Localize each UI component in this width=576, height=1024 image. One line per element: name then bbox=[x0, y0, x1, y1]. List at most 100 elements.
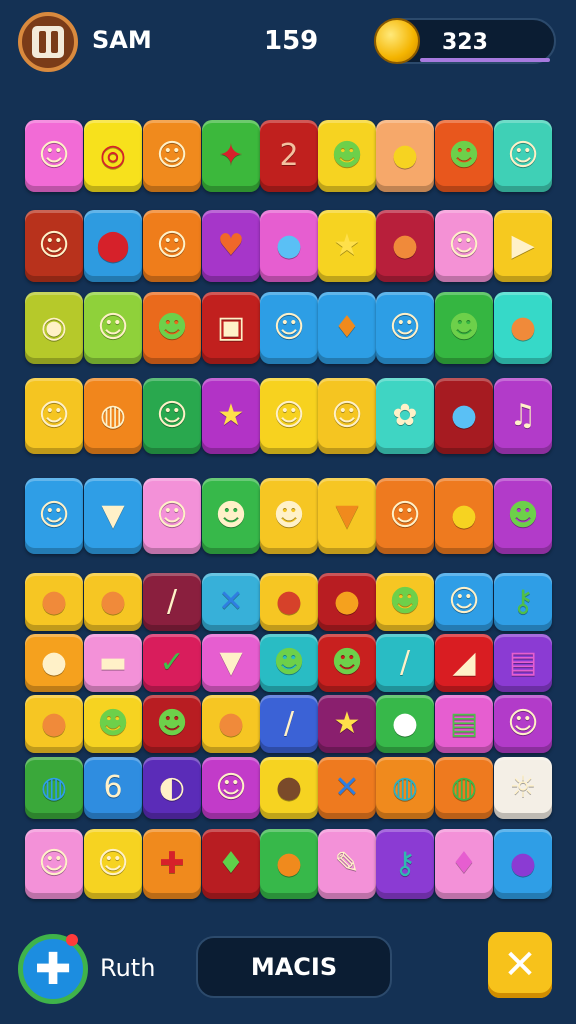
game-tile[interactable]: ▤ bbox=[435, 695, 493, 753]
game-tile[interactable]: ▼ bbox=[202, 634, 260, 692]
game-tile[interactable]: ◍ bbox=[25, 757, 83, 819]
game-tile[interactable]: / bbox=[260, 695, 318, 753]
game-tile[interactable]: ☺ bbox=[435, 573, 493, 631]
game-tile[interactable]: ◍ bbox=[84, 378, 142, 454]
game-tile[interactable]: ● bbox=[494, 292, 552, 364]
smile-face-icon: ☺ bbox=[156, 138, 188, 173]
game-tile[interactable]: ⚷ bbox=[494, 573, 552, 631]
score-display: 159 bbox=[264, 26, 319, 56]
game-tile[interactable]: ▬ bbox=[84, 634, 142, 692]
game-tile[interactable]: ☻ bbox=[376, 573, 434, 631]
game-tile[interactable]: ◢ bbox=[435, 634, 493, 692]
game-tile[interactable]: ● bbox=[318, 573, 376, 631]
game-tile[interactable]: ♥ bbox=[202, 210, 260, 282]
game-tile[interactable]: 6 bbox=[84, 757, 142, 819]
game-tile[interactable]: ☼ bbox=[494, 757, 552, 819]
game-tile[interactable]: ☺ bbox=[376, 292, 434, 364]
add-button[interactable]: ✚ bbox=[18, 934, 88, 1004]
game-tile[interactable]: ● bbox=[435, 378, 493, 454]
game-tile[interactable]: ◍ bbox=[376, 757, 434, 819]
game-tile[interactable]: ☺ bbox=[84, 292, 142, 364]
game-tile[interactable]: ☺ bbox=[318, 378, 376, 454]
game-tile[interactable]: ★ bbox=[202, 378, 260, 454]
game-tile[interactable]: ✓ bbox=[143, 634, 201, 692]
game-tile[interactable]: ☺ bbox=[25, 478, 83, 554]
game-tile[interactable]: ● bbox=[260, 573, 318, 631]
game-tile[interactable]: ◎ bbox=[84, 120, 142, 192]
game-tile[interactable]: ★ bbox=[318, 695, 376, 753]
game-tile[interactable]: ☺ bbox=[260, 292, 318, 364]
game-tile[interactable]: ☺ bbox=[494, 120, 552, 192]
game-tile[interactable]: ☺ bbox=[435, 210, 493, 282]
game-tile[interactable]: ☻ bbox=[84, 695, 142, 753]
game-tile[interactable]: ✕ bbox=[318, 757, 376, 819]
game-tile[interactable]: ☺ bbox=[25, 829, 83, 899]
game-tile[interactable]: ▼ bbox=[318, 478, 376, 554]
game-tile[interactable]: ☻ bbox=[318, 120, 376, 192]
game-tile[interactable]: ⚷ bbox=[376, 829, 434, 899]
game-tile[interactable]: ☻ bbox=[435, 120, 493, 192]
star-face-icon: ★ bbox=[333, 228, 361, 263]
game-tile[interactable]: ✎ bbox=[318, 829, 376, 899]
close-button[interactable]: ✕ bbox=[488, 932, 552, 998]
game-tile[interactable]: ● bbox=[435, 478, 493, 554]
blue-drop-icon: ● bbox=[275, 228, 303, 263]
game-tile[interactable]: ☻ bbox=[260, 634, 318, 692]
game-tile[interactable]: ▼ bbox=[84, 478, 142, 554]
game-tile[interactable]: ● bbox=[202, 695, 260, 753]
game-tile[interactable]: ☻ bbox=[143, 292, 201, 364]
game-tile[interactable]: ☺ bbox=[25, 210, 83, 282]
game-tile[interactable]: ♦ bbox=[202, 829, 260, 899]
game-tile[interactable]: ☻ bbox=[260, 478, 318, 554]
action-button[interactable]: MACIS bbox=[196, 936, 392, 998]
game-tile[interactable]: ✦ bbox=[202, 120, 260, 192]
game-tile[interactable]: ☺ bbox=[494, 695, 552, 753]
game-tile[interactable]: ☺ bbox=[202, 757, 260, 819]
game-tile[interactable]: ▶ bbox=[494, 210, 552, 282]
game-tile[interactable]: ✕ bbox=[202, 573, 260, 631]
game-tile[interactable]: ♫ bbox=[494, 378, 552, 454]
game-tile[interactable]: ● bbox=[25, 695, 83, 753]
game-tile[interactable]: ▣ bbox=[202, 292, 260, 364]
game-tile[interactable]: ● bbox=[25, 634, 83, 692]
game-tile[interactable]: ☻ bbox=[143, 695, 201, 753]
game-tile[interactable]: ● bbox=[494, 829, 552, 899]
game-tile[interactable]: ☺ bbox=[260, 378, 318, 454]
game-tile[interactable]: ☻ bbox=[435, 292, 493, 364]
person-icon: ☺ bbox=[507, 706, 539, 741]
game-tile[interactable]: ☺ bbox=[376, 478, 434, 554]
game-tile[interactable]: 2 bbox=[260, 120, 318, 192]
game-tile[interactable]: / bbox=[376, 634, 434, 692]
game-tile[interactable]: ✿ bbox=[376, 378, 434, 454]
game-tile[interactable]: ● bbox=[260, 757, 318, 819]
game-tile[interactable]: ☺ bbox=[143, 378, 201, 454]
game-tile[interactable]: ♦ bbox=[318, 292, 376, 364]
game-tile[interactable]: ● bbox=[25, 573, 83, 631]
cowboy-icon: ☺ bbox=[38, 498, 70, 533]
game-tile[interactable]: ✚ bbox=[143, 829, 201, 899]
game-tile[interactable]: ● bbox=[260, 210, 318, 282]
game-tile[interactable]: ⬤ bbox=[84, 210, 142, 282]
game-tile[interactable]: ☻ bbox=[494, 478, 552, 554]
game-tile[interactable]: ● bbox=[260, 829, 318, 899]
game-tile[interactable]: ◐ bbox=[143, 757, 201, 819]
pause-button[interactable] bbox=[18, 12, 78, 72]
game-tile[interactable]: ☻ bbox=[202, 478, 260, 554]
game-tile[interactable]: ☺ bbox=[143, 120, 201, 192]
game-tile[interactable]: ♦ bbox=[435, 829, 493, 899]
game-tile[interactable]: ☺ bbox=[25, 120, 83, 192]
game-tile[interactable]: ● bbox=[376, 695, 434, 753]
game-tile[interactable]: ◉ bbox=[25, 292, 83, 364]
game-tile[interactable]: ☻ bbox=[318, 634, 376, 692]
game-tile[interactable]: / bbox=[143, 573, 201, 631]
game-tile[interactable]: ▤ bbox=[494, 634, 552, 692]
game-tile[interactable]: ◍ bbox=[435, 757, 493, 819]
game-tile[interactable]: ☺ bbox=[25, 378, 83, 454]
game-tile[interactable]: ☺ bbox=[143, 210, 201, 282]
game-tile[interactable]: ☺ bbox=[143, 478, 201, 554]
game-tile[interactable]: ● bbox=[376, 120, 434, 192]
game-tile[interactable]: ★ bbox=[318, 210, 376, 282]
game-tile[interactable]: ● bbox=[376, 210, 434, 282]
game-tile[interactable]: ☺ bbox=[84, 829, 142, 899]
game-tile[interactable]: ● bbox=[84, 573, 142, 631]
